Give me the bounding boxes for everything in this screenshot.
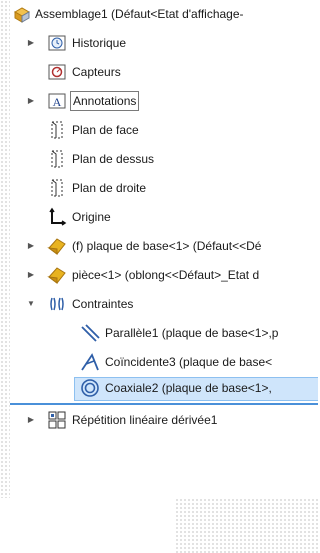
- tree-item-label: Parallèle1 (plaque de base<1>,p: [105, 326, 279, 340]
- pattern-icon: [47, 410, 67, 430]
- tree-item-plaque-de-base[interactable]: ▶ (f) plaque de base<1> (Défaut<<Dé: [0, 236, 318, 260]
- tree-item-piece[interactable]: ▶ pièce<1> (oblong<<Défaut>_Etat d: [0, 265, 318, 289]
- tree-item-label: Répétition linéaire dérivée1: [72, 413, 218, 427]
- tree-item-label: pièce<1> (oblong<<Défaut>_Etat d: [72, 268, 260, 282]
- tree-item-label: Coïncidente3 (plaque de base<: [105, 355, 273, 369]
- plane-icon: [47, 120, 67, 140]
- chevron-down-icon[interactable]: ▼: [26, 299, 36, 309]
- tree-item-origine[interactable]: Origine: [0, 207, 318, 231]
- dotted-area: [175, 498, 318, 553]
- origin-icon: [47, 207, 67, 227]
- svg-text:A: A: [53, 95, 62, 109]
- sensor-icon: [47, 62, 67, 82]
- chevron-right-icon[interactable]: ▶: [26, 241, 36, 251]
- part-icon: [47, 236, 67, 256]
- tree-item-contraintes[interactable]: ▼ Contraintes: [0, 294, 318, 318]
- assembly-icon: [12, 4, 32, 24]
- tree-item-plan-de-droite[interactable]: Plan de droite: [0, 178, 318, 202]
- tree-item-label: (f) plaque de base<1> (Défaut<<Dé: [72, 239, 262, 253]
- tree-item-capteurs[interactable]: Capteurs: [0, 62, 318, 86]
- tree-item-label: Coaxiale2 (plaque de base<1>,: [105, 381, 272, 395]
- coincident-mate-icon: [80, 352, 100, 372]
- chevron-right-icon[interactable]: ▶: [26, 415, 36, 425]
- tree-item-parallele1[interactable]: Parallèle1 (plaque de base<1>,p: [0, 323, 318, 347]
- parallel-mate-icon: [80, 323, 100, 343]
- tree-item-label: Plan de dessus: [72, 152, 155, 166]
- tree-item-repetition[interactable]: ▶ Répétition linéaire dérivée1: [0, 410, 318, 434]
- plane-icon: [47, 178, 67, 198]
- tree-item-historique[interactable]: ▶ Historique: [0, 33, 318, 57]
- tree-item-label: Historique: [72, 36, 127, 50]
- tree-item-label: Annotations: [70, 91, 140, 111]
- tree-item-label: Contraintes: [72, 297, 134, 311]
- tree-item-label: Origine: [72, 210, 111, 224]
- plane-icon: [47, 149, 67, 169]
- chevron-right-icon[interactable]: ▶: [26, 38, 36, 48]
- tree-item-label: Plan de face: [72, 123, 139, 137]
- chevron-right-icon[interactable]: ▶: [26, 96, 36, 106]
- tree-root-label: Assemblage1 (Défaut<Etat d'affichage-: [35, 7, 244, 21]
- chevron-right-icon[interactable]: ▶: [26, 270, 36, 280]
- concentric-mate-icon: [80, 378, 100, 398]
- tree-item-coincidente3[interactable]: Coïncidente3 (plaque de base<: [0, 352, 318, 376]
- tree-item-coaxiale2[interactable]: Coaxiale2 (plaque de base<1>,: [0, 377, 318, 401]
- tree-item-annotations[interactable]: ▶ A Annotations: [0, 91, 318, 115]
- part-icon: [47, 265, 67, 285]
- tree-item-label: Capteurs: [72, 65, 121, 79]
- mates-icon: [47, 294, 67, 314]
- history-icon: [47, 33, 67, 53]
- rollback-bar[interactable]: [10, 403, 318, 405]
- annotation-icon: A: [47, 91, 67, 111]
- tree-item-plan-de-dessus[interactable]: Plan de dessus: [0, 149, 318, 173]
- tree-item-label: Plan de droite: [72, 181, 147, 195]
- tree-item-plan-de-face[interactable]: Plan de face: [0, 120, 318, 144]
- tree-root[interactable]: Assemblage1 (Défaut<Etat d'affichage-: [0, 4, 318, 28]
